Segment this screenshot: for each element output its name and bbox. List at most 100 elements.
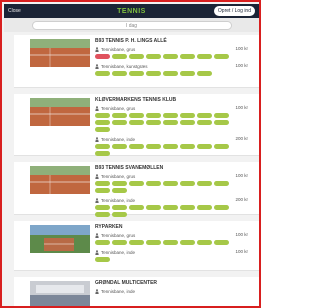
person-icon [95,46,99,52]
time-slot-button[interactable] [214,240,229,245]
time-slot-button[interactable] [163,240,178,245]
club-card[interactable]: B93 TENNIS SVANEMØLLEN Tennisbane, grus 10… [14,162,259,217]
time-slot-button[interactable] [146,54,161,59]
club-photo[interactable] [30,166,90,194]
time-slot-button[interactable] [95,113,110,118]
person-icon [95,105,99,111]
time-slot-button[interactable] [163,120,178,125]
time-slot-list [95,240,245,245]
time-slot-button[interactable] [197,144,212,149]
date-field[interactable]: I dag [31,20,232,30]
time-slot-button[interactable] [146,181,161,186]
time-slot-button[interactable] [197,181,212,186]
time-slot-button[interactable] [197,240,212,245]
close-label: Close [8,8,21,14]
login-button[interactable]: Opret / Log ind [213,6,255,16]
time-slot-button[interactable] [146,113,161,118]
time-slot-button[interactable] [112,205,127,210]
time-slot-button[interactable] [163,205,178,210]
time-slot-button[interactable] [95,188,110,193]
time-slot-button[interactable] [214,144,229,149]
time-slot-button[interactable] [95,181,110,186]
time-slot-button[interactable] [129,54,144,59]
court-row: Tennisbane, kunstgræs 100 kr [95,63,248,76]
time-slot-button[interactable] [180,71,195,76]
time-slot-button[interactable] [95,240,110,245]
time-slot-button[interactable] [112,71,127,76]
time-slot-button[interactable] [214,54,229,59]
court-type-label: Tennisbane, grus [101,173,136,179]
club-name[interactable]: GRØNDAL MULTICENTER [95,280,157,286]
club-photo[interactable] [30,39,90,67]
time-slot-button[interactable] [112,188,127,193]
time-slot-button[interactable] [146,144,161,149]
time-slot-button[interactable] [180,181,195,186]
time-slot-button[interactable] [146,205,161,210]
club-name[interactable]: B93 TENNIS P. H. LINGS ALLÉ [95,38,167,44]
time-slot-button[interactable] [146,120,161,125]
time-slot-button[interactable] [95,205,110,210]
time-slot-button[interactable] [112,212,127,217]
club-card[interactable]: B93 TENNIS P. H. LINGS ALLÉ Tennisbane, g… [14,35,259,88]
time-slot-button[interactable] [129,113,144,118]
date-search-bar: I dag [4,18,259,32]
time-slot-button[interactable] [214,120,229,125]
club-photo[interactable] [30,225,90,253]
time-slot-button[interactable] [163,54,178,59]
time-slot-button[interactable] [163,181,178,186]
time-slot-button[interactable] [214,113,229,118]
booked-time-slot[interactable] [95,54,110,59]
club-card[interactable]: GRØNDAL MULTICENTER Tennisbane, inde [14,277,259,306]
time-slot-button[interactable] [180,54,195,59]
time-slot-button[interactable] [129,144,144,149]
court-type-label: Tennisbane, inde [101,288,136,294]
time-slot-button[interactable] [129,120,144,125]
time-slot-button[interactable] [197,113,212,118]
time-slot-button[interactable] [163,71,178,76]
time-slot-button[interactable] [112,144,127,149]
time-slot-button[interactable] [146,240,161,245]
time-slot-button[interactable] [95,127,110,132]
time-slot-button[interactable] [197,205,212,210]
time-slot-button[interactable] [129,181,144,186]
time-slot-button[interactable] [180,144,195,149]
time-slot-button[interactable] [180,113,195,118]
close-link[interactable]: Close [8,8,21,14]
person-icon [95,249,99,255]
time-slot-button[interactable] [214,205,229,210]
time-slot-button[interactable] [129,71,144,76]
time-slot-button[interactable] [112,54,127,59]
time-slot-button[interactable] [180,240,195,245]
time-slot-button[interactable] [112,113,127,118]
time-slot-button[interactable] [180,205,195,210]
time-slot-button[interactable] [112,181,127,186]
time-slot-button[interactable] [95,257,110,262]
club-card[interactable]: RYPARKEN Tennisbane, grus 100 kr Tennisbane… [14,221,259,271]
club-name[interactable]: RYPARKEN [95,224,123,230]
time-slot-button[interactable] [163,113,178,118]
time-slot-button[interactable] [95,151,110,156]
time-slot-button[interactable] [95,71,110,76]
club-card[interactable]: KLØVERMARKENS TENNIS KLUB Tennisbane, gru… [14,94,259,156]
club-photo[interactable] [30,98,90,126]
time-slot-button[interactable] [95,212,110,217]
person-icon [95,197,99,203]
time-slot-button[interactable] [180,120,195,125]
time-slot-button[interactable] [112,120,127,125]
time-slot-button[interactable] [129,205,144,210]
time-slot-button[interactable] [163,144,178,149]
club-name[interactable]: KLØVERMARKENS TENNIS KLUB [95,97,176,103]
club-name[interactable]: B93 TENNIS SVANEMØLLEN [95,165,163,171]
time-slot-button[interactable] [129,240,144,245]
court-row: Tennisbane, inde [95,288,245,294]
time-slot-button[interactable] [146,71,161,76]
time-slot-button[interactable] [214,181,229,186]
time-slot-button[interactable] [197,120,212,125]
time-slot-button[interactable] [197,71,212,76]
club-photo[interactable] [30,281,90,306]
time-slot-button[interactable] [95,144,110,149]
time-slot-button[interactable] [197,54,212,59]
time-slot-list [95,181,245,193]
time-slot-button[interactable] [112,240,127,245]
time-slot-button[interactable] [95,120,110,125]
